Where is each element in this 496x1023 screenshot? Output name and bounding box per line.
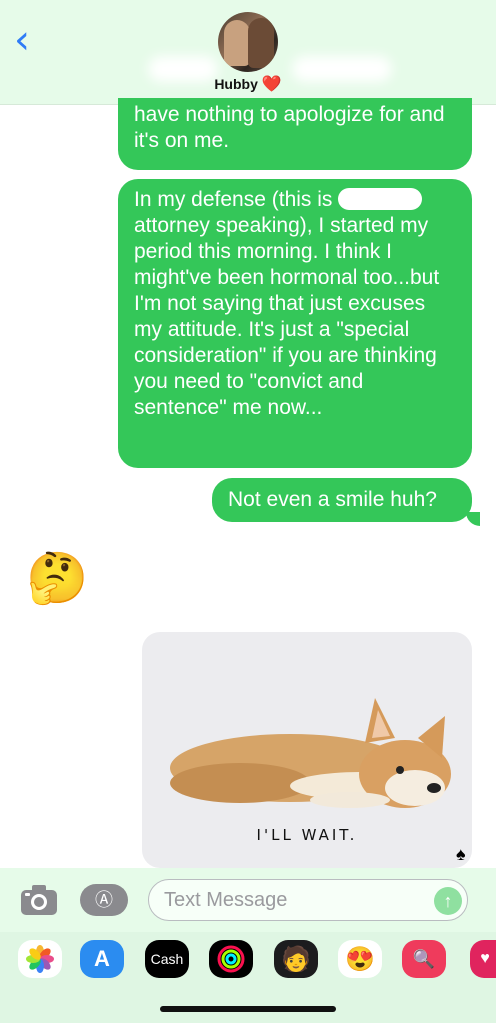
message-input-placeholder: Text Message [164,889,288,911]
gif-caption: I'LL WAIT. [256,826,358,844]
camera-icon[interactable] [20,884,58,916]
apple-cash-app-icon[interactable]: Cash [145,940,189,978]
message-text: Not even a smile huh? [228,488,437,511]
digital-touch-app-icon[interactable]: ♥ [470,940,496,978]
app-store-icon[interactable]: Ⓐ [80,884,128,916]
chevron-left-icon[interactable]: ‹ [14,20,44,60]
message-text: attorney speaking), I started my period … [134,214,440,419]
redaction [338,188,423,210]
arrow-up-icon[interactable]: ↑ [434,887,462,915]
message-text: have nothing to apologize for and it's o… [134,103,445,152]
contact-avatar[interactable] [218,12,278,72]
contact-name-label: Hubby [214,76,258,92]
sent-message-bubble[interactable]: have nothing to apologize for and it's o… [118,98,472,170]
app-store-app-icon[interactable]: A [80,940,124,978]
sent-message-bubble[interactable]: Not even a smile huh? [212,478,472,522]
corgi-image [170,698,451,808]
gif-message[interactable]: I'LL WAIT. [142,632,472,868]
thinking-face-emoji[interactable]: 🤔 [26,550,88,606]
memoji-stickers-app-icon[interactable]: 😍 [338,940,382,978]
spade-icon: ♠ [456,844,466,864]
cash-label: Cash [150,951,184,967]
contact-name[interactable]: Hubby ❤️ [0,74,496,94]
photos-app-icon[interactable] [18,940,62,978]
memoji-app-icon[interactable]: 🧑 [274,940,318,978]
fitness-app-icon[interactable] [209,940,253,978]
heart-icon: ❤️ [261,76,282,93]
bubble-tail [466,512,480,526]
home-indicator [160,1006,336,1012]
sent-message-bubble[interactable]: In my defense (this is attorney speaking… [118,179,472,468]
message-text: In my defense (this is [134,188,333,211]
images-search-app-icon[interactable]: 🔍 [402,940,446,978]
